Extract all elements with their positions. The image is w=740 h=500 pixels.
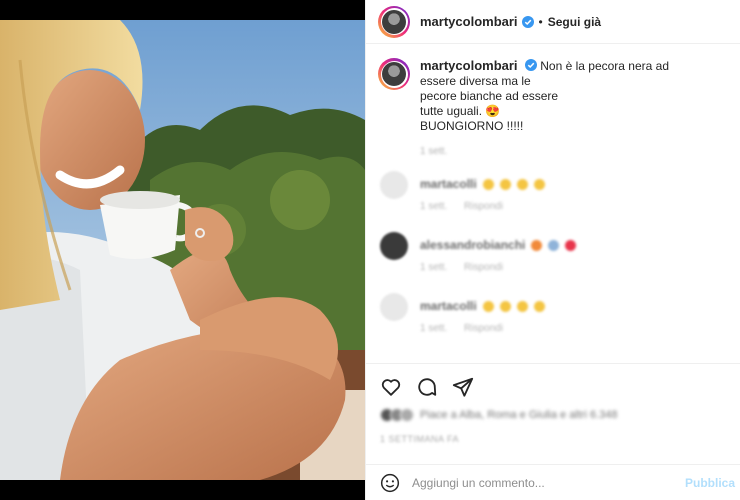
caption-line-1: Non è la pecora nera ad [540,59,669,73]
caption-line-2: essere diversa ma le [420,74,531,88]
emoji-icon [531,239,543,251]
emoji-icon [482,300,494,312]
caption-line-3: pecore bianche ad essere [420,89,559,103]
emoji-icon [499,300,511,312]
heart-icon[interactable] [380,376,402,398]
caption-emoji: 😍 [485,104,501,118]
caption-author-avatar[interactable] [378,58,410,90]
comment-time: 1 sett. [420,262,448,273]
post-caption: martycolombari Non è la pecora nera ad e… [366,44,740,134]
post-date: 1 SETTIMANA FA [380,434,460,444]
comment-item: martacolli 1 sett. Rispondi [366,171,740,212]
author-username[interactable]: martycolombari [420,14,518,29]
emoji-icon [516,300,528,312]
separator-dot: • [538,14,543,29]
emoji-icon [548,239,560,251]
caption-line-4: tutte uguali. [420,104,483,118]
caption-line-5: BUONGIORNO !!!!! [420,119,524,133]
commenter-avatar[interactable] [380,232,408,260]
post-actions [366,363,740,398]
emoji-icon [482,178,494,190]
commenter-avatar[interactable] [380,293,408,321]
comment-time: 1 sett. [420,201,448,212]
publish-button[interactable]: Pubblica [685,476,735,490]
emoji-icon [516,178,528,190]
emoji-icon [499,178,511,190]
post-header: martycolombari • Segui già [366,0,740,44]
commenter-username[interactable]: martacolli [420,299,477,313]
comment-input[interactable]: Aggiungi un commento... [412,476,685,490]
verified-badge-icon [521,15,534,28]
post-photo-panel [0,0,365,500]
commenter-username[interactable]: martacolli [420,177,477,191]
emoji-icon [565,239,577,251]
likes-text: Piace a Alba, Roma e Giulia e altri 6.34… [420,409,618,421]
follow-button[interactable]: Segui già [548,15,601,29]
reply-button[interactable]: Rispondi [464,323,503,334]
comment-item: martacolli 1 sett. Rispondi [366,293,740,334]
emoji-icon [533,300,545,312]
caption-timestamp: 1 sett. [420,146,448,157]
verified-badge-icon [524,59,537,71]
smiley-icon[interactable] [380,473,400,493]
comment-icon[interactable] [416,376,438,398]
reply-button[interactable]: Rispondi [464,262,503,273]
caption-text: martycolombari Non è la pecora nera ad e… [420,58,720,134]
share-icon[interactable] [452,376,474,398]
reply-button[interactable]: Rispondi [464,201,503,212]
likes-summary[interactable]: Piace a Alba, Roma e Giulia e altri 6.34… [380,408,618,422]
commenter-username[interactable]: alessandrobianchi [420,238,525,252]
post-side-panel: martycolombari • Segui già martycolombar… [365,0,740,500]
commenter-avatar[interactable] [380,171,408,199]
comment-item: alessandrobianchi 1 sett. Rispondi [366,232,740,273]
caption-username[interactable]: martycolombari [420,58,518,73]
post-photo[interactable] [0,20,365,480]
author-avatar[interactable] [378,5,410,38]
emoji-icon [533,178,545,190]
comment-time: 1 sett. [420,323,448,334]
add-comment-bar: Aggiungi un commento... Pubblica [366,464,740,500]
